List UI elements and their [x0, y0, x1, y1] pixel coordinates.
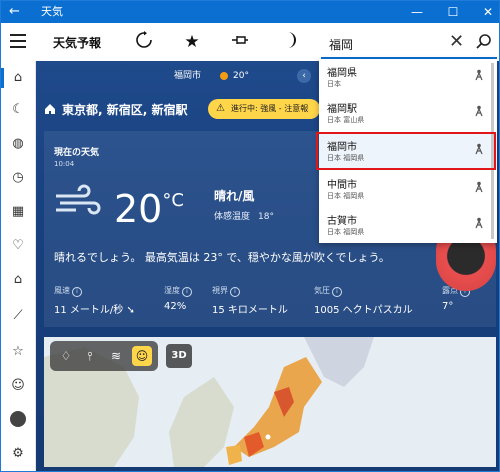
info-icon[interactable]: i: [72, 287, 82, 297]
calendar-icon[interactable]: ▦: [1, 197, 35, 227]
favorites-icon[interactable]: ♡: [1, 231, 35, 261]
stat-wind: 風速 i 11 メートル/秒 ➘: [54, 285, 135, 316]
location-name: 東京都, 新宿区, 新宿駅: [62, 103, 188, 117]
feels-label: 体感温度: [214, 212, 251, 222]
home-icon: [45, 104, 55, 114]
location-row: 東京都, 新宿区, 新宿駅: [44, 99, 187, 121]
close-button[interactable]: ✕: [479, 3, 497, 21]
info-icon[interactable]: i: [182, 287, 192, 297]
stat-visibility: 視界 i 15 キロメートル: [212, 285, 288, 316]
app-window: ← 天気 — ☐ ✕ 天気予報 ★ ✕ ⌂ ☾ ◍ ◷ ▦: [0, 0, 500, 472]
stat-pressure: 気圧 i 1005 ヘクトパスカル: [314, 285, 413, 316]
wind-icon[interactable]: ≋: [106, 346, 126, 366]
stat-value: 11 メートル/秒 ➘: [54, 305, 135, 316]
window-title: 天気: [41, 5, 63, 18]
stat-value: 42%: [164, 301, 187, 312]
stat-label: 風速: [54, 286, 70, 295]
suggestion-item[interactable]: 古賀市 日本 福岡県: [319, 207, 497, 243]
suggestion-item[interactable]: 福岡駅 日本 富山県: [319, 95, 497, 131]
maximize-button[interactable]: ☐: [444, 3, 462, 21]
stat-label: 湿度: [164, 286, 180, 295]
chart-icon[interactable]: ⟋: [1, 301, 35, 331]
chevron-left-icon[interactable]: ‹: [297, 69, 311, 83]
suggestion-name: 福岡県: [327, 68, 357, 79]
stat-value: 15 キロメートル: [212, 305, 288, 316]
smile-icon[interactable]: ☺: [1, 371, 35, 401]
selection-highlight-box: [316, 132, 496, 170]
warning-icon: ⚠: [216, 103, 225, 114]
search-icon[interactable]: [475, 33, 493, 51]
home-icon[interactable]: ⌂: [1, 63, 35, 93]
title-bar: ← 天気 — ☐ ✕: [1, 1, 499, 23]
search-input[interactable]: [327, 34, 441, 54]
clear-icon[interactable]: ✕: [449, 31, 464, 53]
settings-icon[interactable]: ⚙: [1, 439, 35, 469]
left-navigation: ⌂ ☾ ◍ ◷ ▦ ♡ ⌂ ⟋ ☆ ☺ ⚙: [1, 61, 36, 471]
history-icon[interactable]: ◷: [1, 163, 35, 193]
feels-like: 体感温度 18°: [214, 209, 274, 222]
hiker-icon: [475, 105, 483, 117]
suggestion-name: 古賀市: [327, 216, 357, 227]
moon-icon[interactable]: [279, 31, 301, 53]
stat-humidity: 湿度 i 42%: [164, 285, 192, 312]
suggestion-sub: 日本 福岡県: [327, 228, 365, 236]
toolbar: 天気予報 ★ ✕: [1, 23, 499, 62]
current-weather-heading: 現在の天気: [54, 148, 100, 158]
smile-icon[interactable]: ☺: [132, 346, 152, 366]
maps-icon[interactable]: ◍: [1, 129, 35, 159]
hiker-icon: [475, 181, 483, 193]
back-button[interactable]: ←: [9, 4, 20, 20]
refresh-icon[interactable]: [133, 31, 155, 53]
suggestion-item[interactable]: 福岡県 日本: [319, 59, 497, 95]
app-title: 天気予報: [53, 36, 102, 50]
drop-icon[interactable]: ♢: [56, 346, 76, 366]
hamburger-menu-icon[interactable]: [10, 34, 26, 48]
summary-city: 福岡市: [174, 71, 202, 81]
suggestion-sub: 日本 富山県: [327, 116, 365, 124]
search-box: ✕: [321, 29, 497, 59]
stat-value: 7°: [442, 301, 454, 312]
weather-description: 晴れるでしょう。 最高気温は 23° で、穏やかな風が吹くでしょう。: [54, 251, 390, 264]
minimize-button[interactable]: —: [408, 3, 426, 21]
stat-label: 気圧: [314, 286, 330, 295]
feels-value: 18°: [258, 212, 274, 222]
hiker-icon: [475, 217, 483, 229]
wind-icon: [56, 184, 101, 215]
suggestion-sub: 日本: [327, 80, 341, 88]
suggestion-name: 福岡駅: [327, 104, 357, 115]
pin-icon[interactable]: [229, 31, 251, 53]
current-time: 10:04: [54, 160, 75, 168]
summary-temp: 20°: [233, 71, 249, 81]
news-icon[interactable]: ⌂: [1, 265, 35, 295]
suggestion-item[interactable]: 中間市 日本 福岡県: [319, 171, 497, 207]
info-icon[interactable]: i: [230, 287, 240, 297]
alert-badge[interactable]: ⚠ 進行中: 強風 - 注意報: [208, 99, 320, 119]
sun-icon: [220, 72, 228, 80]
suggestion-sub: 日本 福岡県: [327, 192, 365, 200]
current-temperature: 20°C: [114, 179, 184, 231]
stat-value: 1005 ヘクトパスカル: [314, 305, 413, 316]
3d-button[interactable]: 3D: [166, 344, 192, 368]
stat-label: 視界: [212, 286, 228, 295]
alert-text: 進行中: 強風 - 注意報: [231, 104, 309, 113]
suggestion-name: 中間市: [327, 180, 357, 191]
hiker-icon: [475, 69, 483, 81]
info-icon[interactable]: i: [332, 287, 342, 297]
map-layer-controls: ♢ ⫯ ≋ ☺: [50, 341, 158, 371]
profile-avatar[interactable]: [10, 411, 26, 427]
thermometer-icon[interactable]: ⫯: [80, 346, 100, 366]
temp-value: 20: [114, 187, 163, 231]
forecast-icon[interactable]: ☾: [1, 95, 35, 125]
temp-unit: °C: [162, 190, 184, 211]
star-icon[interactable]: ★: [181, 31, 203, 53]
condition-text: 晴れ/風: [214, 189, 255, 203]
list-icon[interactable]: ☆: [1, 337, 35, 367]
